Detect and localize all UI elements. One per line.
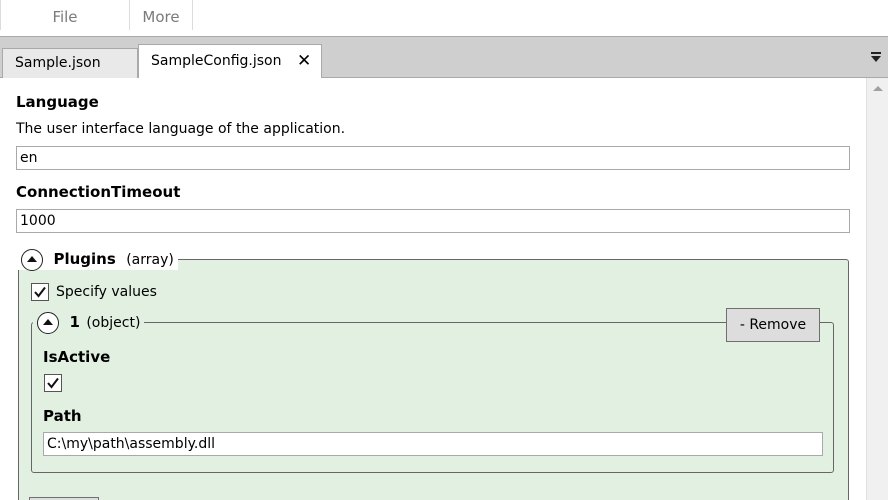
close-icon[interactable]: ✕	[297, 45, 311, 77]
menu-file[interactable]: File	[40, 0, 90, 34]
vertical-scrollbar[interactable]	[866, 78, 888, 500]
tab-sample-json[interactable]: Sample.json	[2, 48, 138, 78]
connection-timeout-input[interactable]: 1000	[16, 209, 850, 233]
language-description: The user interface language of the appli…	[16, 121, 346, 137]
plugin-item-legend: 1 (object)	[33, 311, 145, 334]
plugins-title: Plugins	[53, 250, 116, 268]
menu-separator	[0, 0, 1, 30]
menu-separator	[192, 0, 193, 30]
remove-button[interactable]: - Remove	[726, 308, 820, 342]
is-active-checkbox[interactable]	[44, 374, 62, 392]
tab-sampleconfig-json[interactable]: SampleConfig.json ✕	[138, 44, 322, 78]
menu-more[interactable]: More	[136, 0, 186, 34]
tab-label: Sample.json	[15, 55, 101, 71]
specify-values-checkbox[interactable]	[31, 283, 49, 301]
collapse-icon[interactable]	[37, 312, 59, 334]
tab-list-dropdown-icon[interactable]	[870, 51, 882, 63]
tab-strip: Sample.json SampleConfig.json ✕	[0, 36, 888, 78]
language-label: Language	[16, 93, 99, 111]
plugins-legend: Plugins (array)	[17, 248, 178, 271]
scroll-up-arrow-icon[interactable]	[873, 86, 883, 91]
specify-values-label: Specify values	[56, 284, 157, 300]
checkmark-icon	[34, 286, 46, 298]
editor-content: Language The user interface language of …	[0, 78, 866, 500]
menu-bar: File More	[0, 0, 888, 36]
plugins-type: (array)	[126, 252, 174, 268]
collapse-icon[interactable]	[21, 249, 43, 271]
is-active-label: IsActive	[43, 348, 111, 366]
path-input[interactable]: C:\my\path\assembly.dll	[43, 432, 823, 456]
tab-label: SampleConfig.json	[151, 53, 282, 69]
menu-separator	[129, 0, 130, 30]
plugin-item-type: (object)	[86, 315, 141, 331]
language-input[interactable]: en	[16, 146, 850, 170]
path-label: Path	[43, 407, 82, 425]
connection-timeout-label: ConnectionTimeout	[16, 183, 181, 201]
plugin-item-index: 1	[69, 313, 80, 331]
checkmark-icon	[47, 377, 59, 389]
